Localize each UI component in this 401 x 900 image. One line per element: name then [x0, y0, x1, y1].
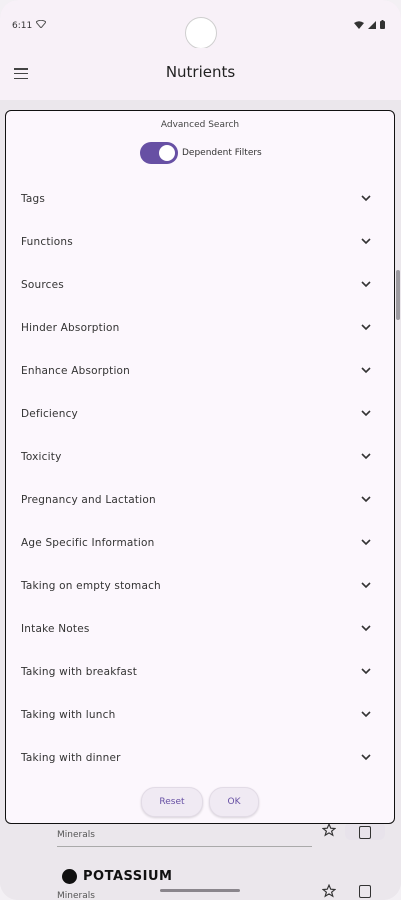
chevron-down-icon	[361, 754, 371, 761]
filter-with-breakfast[interactable]: Taking with breakfast	[6, 650, 394, 693]
wifi-icon	[354, 20, 364, 29]
status-icons	[354, 20, 385, 29]
filter-enhance-absorption[interactable]: Enhance Absorption	[6, 349, 394, 392]
filter-list: Tags Functions Sources Hinder Absorption…	[6, 177, 394, 779]
chevron-down-icon	[361, 195, 371, 202]
reset-button[interactable]: Reset	[141, 787, 203, 817]
wifi-icon	[36, 20, 46, 28]
chevron-down-icon	[361, 539, 371, 546]
chevron-down-icon	[361, 625, 371, 632]
filter-label: Intake Notes	[21, 623, 90, 635]
chevron-down-icon	[361, 324, 371, 331]
status-time: 6:11	[12, 21, 33, 31]
list-item-category: Minerals	[57, 830, 95, 840]
signal-icon	[368, 20, 376, 29]
checkbox-icon[interactable]	[359, 826, 371, 839]
filter-label: Taking on empty stomach	[21, 580, 161, 592]
filter-functions[interactable]: Functions	[6, 220, 394, 263]
filter-hinder-absorption[interactable]: Hinder Absorption	[6, 306, 394, 349]
list-item-title[interactable]: POTASSIUM	[62, 869, 172, 884]
chevron-down-icon	[361, 453, 371, 460]
filter-toxicity[interactable]: Toxicity	[6, 435, 394, 478]
filter-sources[interactable]: Sources	[6, 263, 394, 306]
filter-label: Taking with dinner	[21, 752, 121, 764]
filter-label: Taking with lunch	[21, 709, 116, 721]
camera-cutout	[185, 17, 217, 49]
filter-label: Functions	[21, 236, 73, 248]
filter-empty-stomach[interactable]: Taking on empty stomach	[6, 564, 394, 607]
star-icon[interactable]	[322, 823, 336, 837]
filter-intake-notes[interactable]: Intake Notes	[6, 607, 394, 650]
checkbox-icon[interactable]	[359, 885, 371, 898]
chevron-down-icon	[361, 582, 371, 589]
list-divider	[57, 846, 312, 847]
dialog-title: Advanced Search	[160, 120, 240, 130]
dependent-filters-row: Dependent Filters	[140, 142, 262, 164]
ok-button[interactable]: OK	[209, 787, 259, 817]
scrollbar[interactable]	[396, 270, 400, 320]
switch-knob	[159, 145, 175, 161]
phone-screen: 6:11 Nutrients Minerals POTASSIUM Minera…	[0, 0, 401, 900]
list-item-name: POTASSIUM	[83, 869, 173, 884]
advanced-search-dialog: Advanced Search Dependent Filters Tags F…	[5, 110, 395, 824]
chevron-down-icon	[361, 367, 371, 374]
filter-with-dinner[interactable]: Taking with dinner	[6, 736, 394, 779]
gesture-nav-handle[interactable]	[160, 889, 240, 892]
nutrient-dot-icon	[62, 869, 77, 884]
status-bar: 6:11	[0, 0, 401, 49]
filter-label: Age Specific Information	[21, 537, 155, 549]
filter-label: Taking with breakfast	[21, 666, 138, 678]
filter-label: Tags	[21, 193, 46, 205]
filter-label: Enhance Absorption	[21, 365, 131, 377]
list-item-category: Minerals	[57, 891, 95, 900]
dependent-filters-switch[interactable]	[140, 142, 178, 164]
chevron-down-icon	[361, 238, 371, 245]
filter-age-specific[interactable]: Age Specific Information	[6, 521, 394, 564]
battery-icon	[380, 20, 385, 29]
filter-deficiency[interactable]: Deficiency	[6, 392, 394, 435]
filter-label: Pregnancy and Lactation	[21, 494, 156, 506]
dialog-actions: Reset OK	[6, 787, 394, 817]
chevron-down-icon	[361, 410, 371, 417]
app-bar: Nutrients	[0, 48, 401, 100]
filter-label: Deficiency	[21, 408, 78, 420]
star-icon[interactable]	[322, 884, 336, 898]
filter-label: Sources	[21, 279, 64, 291]
chevron-down-icon	[361, 281, 371, 288]
page-title: Nutrients	[165, 63, 236, 81]
filter-label: Hinder Absorption	[21, 322, 120, 334]
chevron-down-icon	[361, 668, 371, 675]
chevron-down-icon	[361, 711, 371, 718]
filter-tags[interactable]: Tags	[6, 177, 394, 220]
switch-label: Dependent Filters	[182, 148, 262, 158]
filter-pregnancy-lactation[interactable]: Pregnancy and Lactation	[6, 478, 394, 521]
filter-with-lunch[interactable]: Taking with lunch	[6, 693, 394, 736]
filter-label: Toxicity	[21, 451, 62, 463]
chevron-down-icon	[361, 496, 371, 503]
